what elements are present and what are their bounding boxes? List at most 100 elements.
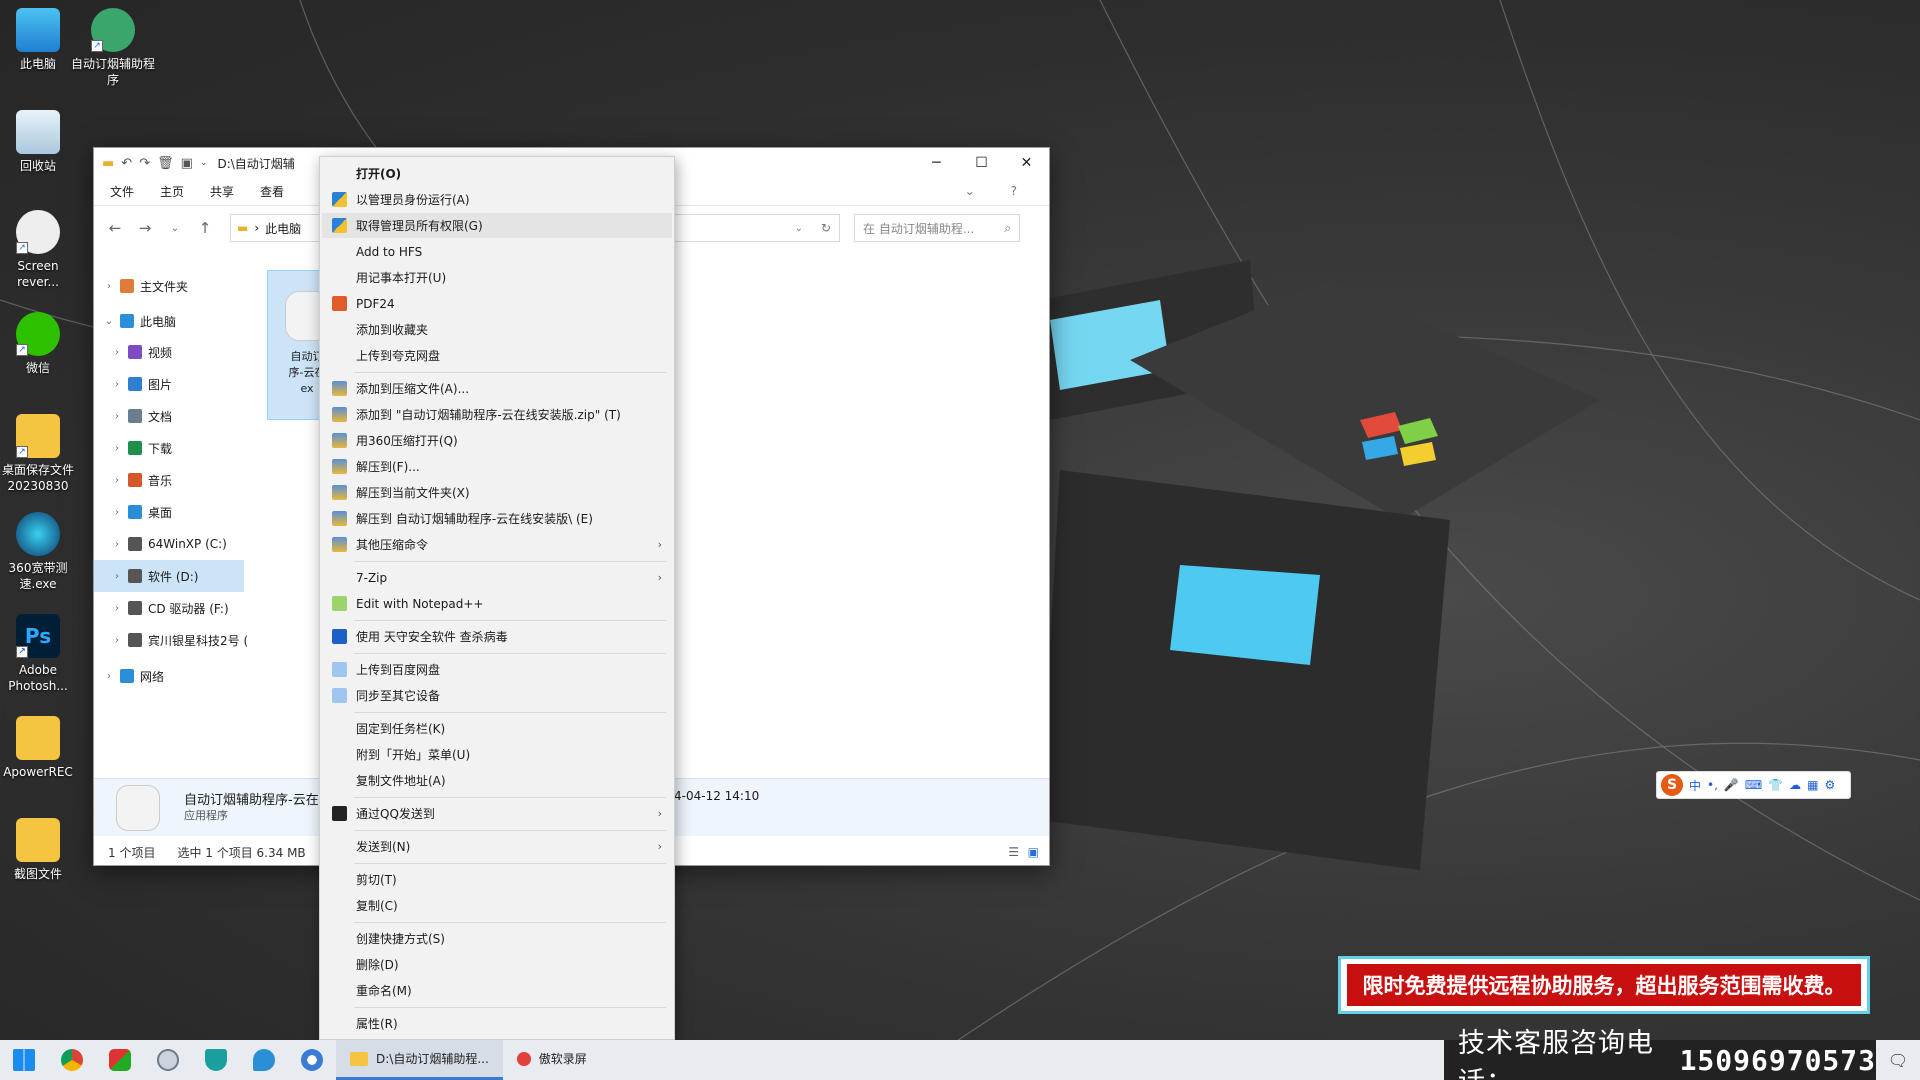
chevron-down-icon[interactable]: ⌄ [102, 316, 116, 327]
nav-tree-item[interactable]: › 网络 [94, 656, 254, 696]
close-button[interactable]: ✕ [1004, 148, 1049, 178]
chevron-right-icon[interactable]: › [110, 571, 124, 582]
context-menu-item[interactable]: 7-Zip › [322, 565, 672, 590]
undo-icon[interactable]: ↶ [121, 156, 132, 171]
context-menu-item[interactable]: 创建快捷方式(S) [322, 926, 672, 951]
notification-icon[interactable]: 🗨 [1876, 1040, 1920, 1080]
breadcrumb-this-pc[interactable]: 此电脑 [265, 220, 301, 237]
details-view-icon[interactable]: ☰ [1008, 845, 1019, 859]
punctuation-icon[interactable]: •, [1707, 778, 1718, 792]
desktop-icon-photoshop[interactable]: Ps ↗ Adobe Photosh... [0, 614, 81, 694]
tab-file[interactable]: 文件 [110, 183, 148, 200]
help-icon[interactable]: ? [1011, 184, 1031, 198]
ime-mode[interactable]: 中 [1689, 777, 1701, 794]
context-menu-item[interactable]: 同步至其它设备 [322, 683, 672, 708]
tab-share[interactable]: 共享 [210, 183, 248, 200]
context-menu-item[interactable]: 用360压缩打开(Q) [322, 428, 672, 453]
refresh-icon[interactable]: ↻ [821, 221, 831, 235]
context-menu-item[interactable]: 打开(O) [322, 161, 672, 186]
context-menu-item[interactable]: 附到「开始」菜单(U) [322, 742, 672, 767]
context-menu-item[interactable]: 固定到任务栏(K) [322, 716, 672, 741]
desktop-icon-screen-recorder[interactable]: ↗ Screen rever... [0, 210, 81, 290]
taskbar-browser[interactable] [144, 1040, 192, 1080]
keyboard-icon[interactable]: ⌨ [1745, 778, 1762, 792]
microphone-icon[interactable]: 🎤 [1724, 778, 1739, 792]
chevron-right-icon[interactable]: › [110, 507, 124, 518]
taskbar-recorder[interactable]: 傲软录屏 [503, 1040, 601, 1080]
cloud-icon[interactable]: ☁ [1789, 778, 1801, 792]
redo-icon[interactable]: ↷ [139, 156, 150, 171]
desktop-icon-screenshots[interactable]: 截图文件 [0, 818, 81, 882]
recent-locations-icon[interactable]: ⌄ [162, 223, 188, 234]
desktop-icon-folder-20230830[interactable]: ↗ 桌面保存文件 20230830 [0, 414, 81, 494]
tab-view[interactable]: 查看 [260, 183, 298, 200]
taskbar-chat[interactable] [240, 1040, 288, 1080]
nav-tree-item[interactable]: ⌄ 此电脑 [94, 306, 254, 336]
context-menu-item[interactable]: 解压到 自动订烟辅助程序-云在线安装版\ (E) [322, 506, 672, 531]
context-menu-item[interactable]: Edit with Notepad++ [322, 591, 672, 616]
delete-icon[interactable]: 🗑 [157, 156, 174, 171]
properties-icon[interactable]: ▣ [181, 156, 193, 171]
context-menu-item[interactable]: 通过QQ发送到 › [322, 801, 672, 826]
nav-tree-item[interactable]: › 桌面 [94, 496, 254, 528]
context-menu-item[interactable]: 取得管理员所有权限(G) [322, 213, 672, 238]
search-input[interactable]: 在 自动订烟辅助程... ⌕ [854, 214, 1020, 242]
minimize-button[interactable]: ─ [914, 148, 959, 178]
context-menu-item[interactable]: Add to HFS [322, 239, 672, 264]
nav-tree-item[interactable]: › 文档 [94, 400, 254, 432]
context-menu-item[interactable]: 使用 天守安全软件 查杀病毒 [322, 624, 672, 649]
tab-home[interactable]: 主页 [160, 183, 198, 200]
desktop-icon-360-speedtest[interactable]: 360宽带测速.exe [0, 512, 81, 592]
chevron-right-icon[interactable]: › [110, 635, 124, 646]
skin-icon[interactable]: 👕 [1768, 778, 1783, 792]
context-menu-item[interactable]: 剪切(T) [322, 867, 672, 892]
context-menu-item[interactable]: 解压到当前文件夹(X) [322, 480, 672, 505]
desktop-icon-recycle-bin[interactable]: 回收站 [0, 110, 81, 174]
chevron-right-icon[interactable]: › [110, 603, 124, 614]
chevron-right-icon[interactable]: › [102, 281, 116, 292]
desktop-icon-apowerrec[interactable]: ApowerREC [0, 716, 81, 780]
context-menu-item[interactable]: 删除(D) [322, 952, 672, 977]
desktop-icon-wechat[interactable]: ↗ 微信 [0, 312, 81, 376]
taskbar-chrome[interactable] [48, 1040, 96, 1080]
up-icon[interactable]: ↑ [192, 219, 218, 237]
context-menu-item[interactable]: 复制(C) [322, 893, 672, 918]
forward-icon[interactable]: → [132, 219, 158, 237]
ime-toolbar[interactable]: S 中 •, 🎤 ⌨ 👕 ☁ ▦ ⚙ [1656, 771, 1851, 799]
context-menu-item[interactable]: 添加到压缩文件(A)... [322, 376, 672, 401]
context-menu-item[interactable]: 上传到百度网盘 [322, 657, 672, 682]
chevron-down-icon[interactable]: ⌄ [200, 158, 208, 168]
chevron-right-icon[interactable]: › [102, 671, 116, 682]
nav-tree-item[interactable]: › 宾川银星科技2号 ( [94, 624, 254, 656]
chevron-right-icon[interactable]: › [110, 411, 124, 422]
context-menu-item[interactable]: 发送到(N) › [322, 834, 672, 859]
settings-icon[interactable]: ⚙ [1825, 778, 1836, 792]
context-menu-item[interactable]: 其他压缩命令 › [322, 532, 672, 557]
context-menu-item[interactable]: PDF24 [322, 291, 672, 316]
desktop-icon-this-pc[interactable]: 此电脑 [0, 8, 81, 72]
nav-tree-item[interactable]: › 软件 (D:) [94, 560, 244, 592]
nav-tree-item[interactable]: › 视频 [94, 336, 254, 368]
chevron-right-icon[interactable]: › [110, 539, 124, 550]
start-button[interactable] [0, 1040, 48, 1080]
context-menu-item[interactable]: 复制文件地址(A) [322, 768, 672, 793]
context-menu-item[interactable]: 属性(R) [322, 1011, 672, 1036]
taskbar-app-2[interactable] [96, 1040, 144, 1080]
taskbar-explorer-window[interactable]: D:\自动订烟辅助程... [336, 1040, 503, 1080]
desktop-icon-auto-order[interactable]: ↗ 自动订烟辅助程序 [70, 8, 156, 88]
nav-tree-item[interactable]: › 图片 [94, 368, 254, 400]
context-menu-item[interactable]: 解压到(F)... [322, 454, 672, 479]
chevron-right-icon[interactable]: › [110, 347, 124, 358]
maximize-button[interactable]: ☐ [959, 148, 1004, 178]
context-menu-item[interactable]: 重命名(M) [322, 978, 672, 1003]
taskbar-settings[interactable] [288, 1040, 336, 1080]
toolbox-icon[interactable]: ▦ [1807, 778, 1818, 792]
nav-tree-item[interactable]: › 64WinXP (C:) [94, 528, 254, 560]
context-menu-item[interactable]: 添加到收藏夹 [322, 317, 672, 342]
nav-tree-item[interactable]: › 下载 [94, 432, 254, 464]
context-menu-item[interactable]: 用记事本打开(U) [322, 265, 672, 290]
nav-tree-item[interactable]: › CD 驱动器 (F:) [94, 592, 254, 624]
back-icon[interactable]: ← [102, 219, 128, 237]
nav-tree-item[interactable]: › 主文件夹 [94, 266, 254, 306]
taskbar-security[interactable] [192, 1040, 240, 1080]
